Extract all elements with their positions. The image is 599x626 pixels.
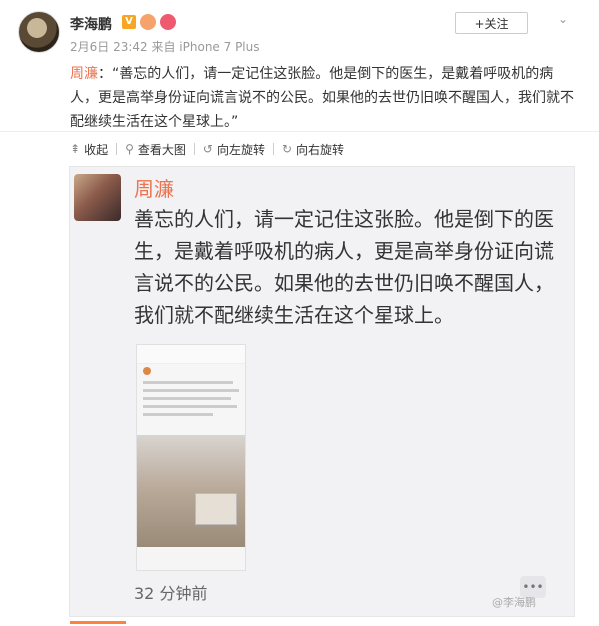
rotate-right-icon: ↻ (281, 142, 293, 156)
thumbnail-id-card (195, 493, 237, 525)
toolbar-separator (272, 143, 274, 155)
thumbnail-footer (137, 550, 245, 570)
rotate-right-label: 向右旋转 (296, 142, 345, 157)
view-large-button[interactable]: ⚲ 查看大图 (125, 141, 186, 158)
thumbnail-text-line (143, 397, 231, 400)
accent-bar (70, 621, 126, 624)
toolbar-separator (193, 143, 195, 155)
divider (0, 131, 599, 132)
screenshot-timestamp: 32 分钟前 (134, 584, 208, 603)
post-meta: 2月6日 23:42 来自 iPhone 7 Plus (70, 40, 260, 54)
mention-link[interactable]: 周濂 (70, 66, 98, 82)
follow-button[interactable]: +关注 (455, 12, 528, 34)
author-name[interactable]: 李海鹏 (70, 14, 112, 34)
rotate-left-icon: ↺ (202, 142, 213, 156)
heart-badge-icon (160, 14, 176, 30)
rotate-right-button[interactable]: ↻ 向右旋转 (282, 141, 344, 158)
search-icon: ⚲ (125, 142, 134, 156)
rotate-left-button[interactable]: ↺ 向左旋转 (203, 141, 265, 158)
post-text: 周濂：“善忘的人们，请一定记住这张脸。他是倒下的医生，是戴着呼吸机的病人，更是高… (70, 62, 575, 134)
collapse-button[interactable]: ⇞ 收起 (70, 141, 108, 158)
chevron-down-icon[interactable]: ⌄ (558, 12, 572, 26)
image-toolbar: ⇞ 收起 ⚲ 查看大图 ↺ 向左旋转 ↻ 向右旋转 (70, 140, 344, 158)
toolbar-separator (116, 143, 118, 155)
verified-icon: V (122, 15, 136, 29)
screenshot-text: 善忘的人们，请一定记住这张脸。他是倒下的医生，是戴着呼吸机的病人，更是高举身份证… (134, 207, 554, 327)
screenshot-author-name: 周濂 (134, 177, 174, 201)
thumbnail-photo (137, 435, 245, 547)
screenshot-avatar (74, 174, 121, 221)
post-body: ：“善忘的人们，请一定记住这张脸。他是倒下的医生，是戴着呼吸机的病人，更是高举身… (70, 66, 574, 130)
collapse-label: 收起 (84, 142, 109, 157)
rotate-left-label: 向左旋转 (216, 142, 265, 157)
thumbnail-text-line (143, 389, 239, 392)
author-avatar[interactable] (18, 11, 60, 53)
thumbnail-text-line (143, 381, 233, 384)
member-icon (140, 14, 156, 30)
watermark: @李海鹏 (492, 596, 536, 609)
collapse-icon: ⇞ (70, 142, 81, 156)
thumbnail-text-line (143, 405, 237, 408)
view-large-label: 查看大图 (137, 142, 186, 157)
thumbnail-header (137, 345, 245, 364)
embedded-screenshot[interactable]: 周濂 善忘的人们，请一定记住这张脸。他是倒下的医生，是戴着呼吸机的病人，更是高举… (69, 166, 575, 617)
thumbnail-avatar (143, 367, 151, 375)
thumbnail-text-line (143, 413, 213, 416)
thumbnail-image[interactable] (136, 344, 246, 571)
